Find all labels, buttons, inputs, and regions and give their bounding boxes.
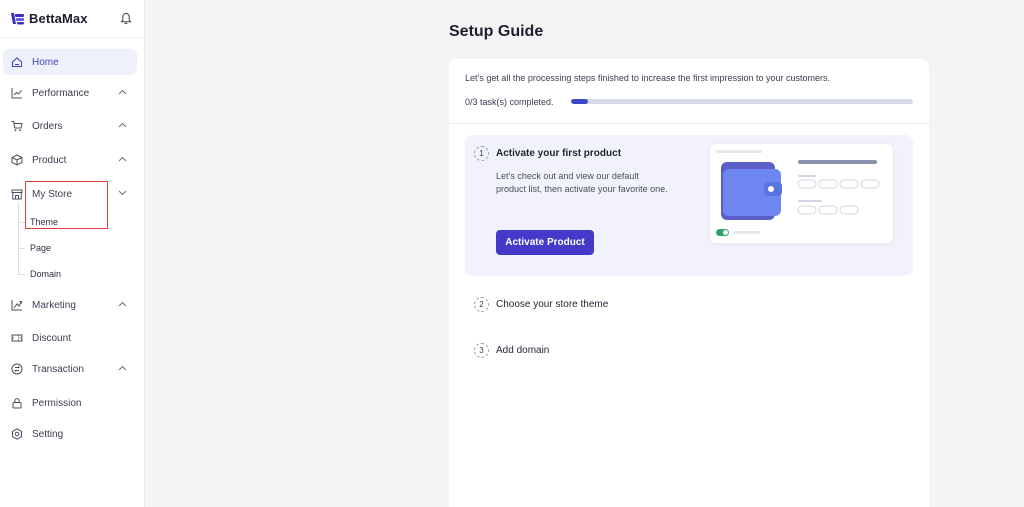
- chevron-up-icon: [118, 89, 127, 95]
- chevron-up-icon: [118, 122, 127, 128]
- sidebar-item-label: Marketing: [32, 299, 76, 311]
- step-add-domain[interactable]: Add domain: [496, 345, 549, 356]
- box-icon: [11, 154, 23, 166]
- step-title: Activate your first product: [496, 148, 622, 159]
- step-description: Let’s check out and view our default pro…: [496, 171, 668, 194]
- cart-icon: [11, 121, 23, 132]
- product-illustration: [710, 144, 893, 243]
- chevron-up-icon: [118, 156, 127, 162]
- step-choose-theme[interactable]: Choose your store theme: [496, 299, 608, 310]
- step-number: 2: [474, 297, 489, 312]
- home-icon: [11, 57, 23, 68]
- chevron-down-icon: [118, 190, 127, 196]
- progress-fill: [571, 99, 589, 104]
- sidebar-item-permission[interactable]: Permission: [3, 390, 137, 416]
- bell-icon[interactable]: [120, 12, 132, 25]
- brand-name: BettaMax: [29, 11, 88, 26]
- logo-icon: [11, 13, 24, 25]
- sidebar-item-label: Orders: [32, 120, 63, 132]
- setup-guide-card: Let’s get all the processing steps finis…: [449, 59, 929, 507]
- sidebar: BettaMax Home Performance Orders Product…: [0, 0, 145, 507]
- sidebar-item-marketing[interactable]: Marketing: [3, 292, 137, 318]
- chevron-up-icon: [118, 365, 127, 371]
- sidebar-item-product[interactable]: Product: [3, 147, 137, 173]
- progress-label: 0/3 task(s) completed.: [465, 97, 554, 107]
- sidebar-item-orders[interactable]: Orders: [3, 113, 137, 139]
- sidebar-subitem-domain[interactable]: Domain: [30, 269, 61, 279]
- divider: [449, 123, 929, 124]
- activate-product-button[interactable]: Activate Product: [496, 230, 594, 255]
- sidebar-item-label: My Store: [32, 188, 73, 200]
- store-icon: [11, 189, 23, 200]
- ticket-icon: [11, 334, 23, 342]
- tree-branch: [18, 222, 25, 223]
- page-title: Setup Guide: [449, 23, 544, 40]
- sidebar-item-label: Transaction: [32, 363, 84, 375]
- sidebar-item-transaction[interactable]: Transaction: [3, 356, 137, 382]
- sidebar-item-discount[interactable]: Discount: [3, 325, 137, 351]
- brand-header: BettaMax: [0, 0, 144, 38]
- sidebar-subitem-theme[interactable]: Theme: [30, 217, 58, 227]
- sidebar-item-setting[interactable]: Setting: [3, 421, 137, 447]
- intro-text: Let’s get all the processing steps finis…: [465, 73, 831, 83]
- tree-line: [18, 203, 19, 274]
- sidebar-item-label: Permission: [32, 397, 82, 409]
- gear-icon: [12, 428, 22, 440]
- sidebar-item-performance[interactable]: Performance: [3, 80, 137, 106]
- sidebar-item-label: Product: [32, 154, 67, 166]
- tree-branch: [18, 274, 25, 275]
- transaction-icon: [11, 363, 23, 375]
- sidebar-item-label: Performance: [32, 87, 90, 99]
- lock-icon: [12, 398, 22, 409]
- sidebar-item-label: Setting: [32, 428, 64, 440]
- wallet-illustration: [716, 150, 880, 236]
- sidebar-subitem-page[interactable]: Page: [30, 243, 51, 253]
- step-activate-product[interactable]: 1 Activate your first product Let’s chec…: [465, 135, 913, 276]
- sidebar-item-label: Discount: [32, 332, 71, 344]
- step-number: 1: [474, 146, 489, 161]
- chart-icon: [11, 88, 22, 99]
- chevron-up-icon: [118, 301, 127, 307]
- sidebar-item-my-store[interactable]: My Store: [3, 181, 137, 207]
- sidebar-item-label: Home: [32, 56, 59, 68]
- step-number: 3: [474, 343, 489, 358]
- progress-bar: [571, 99, 913, 104]
- sidebar-item-home[interactable]: Home: [3, 49, 137, 75]
- tree-branch: [18, 248, 25, 249]
- megaphone-icon: [11, 300, 22, 311]
